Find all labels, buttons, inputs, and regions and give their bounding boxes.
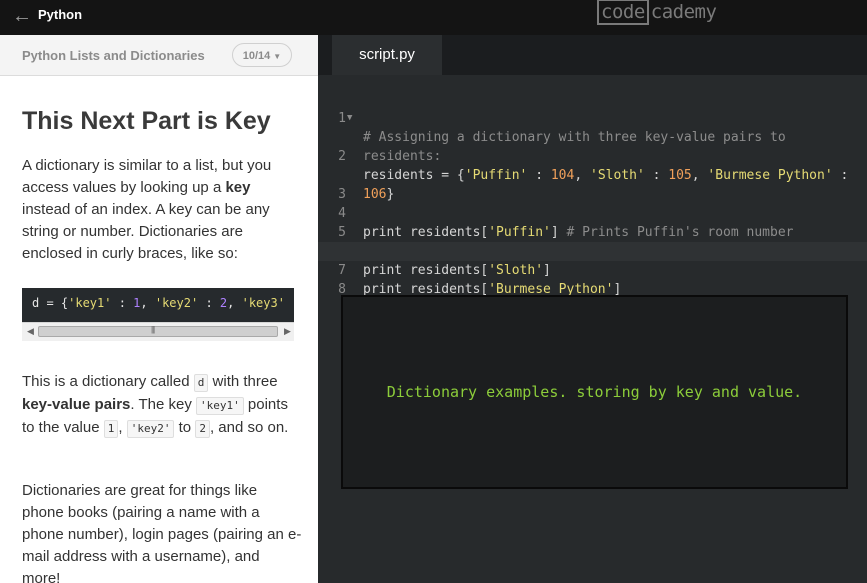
scroll-left-icon[interactable]: ◀ [27,326,34,337]
code-line[interactable]: 5 [318,204,867,240]
grip-icon: ||| [151,325,155,334]
codecademy-logo: code cademy [597,0,717,25]
course-title[interactable]: Python [38,7,82,22]
lesson-panel: Python Lists and Dictionaries 10/14 ▼ Thi… [0,35,318,583]
scroll-right-icon[interactable]: ▶ [284,326,291,337]
scrollbar-thumb[interactable]: ||| [38,325,278,337]
lesson-content: This Next Part is Key A dictionary is si… [22,105,302,265]
lesson-heading: This Next Part is Key [22,107,271,135]
top-bar: ← Python code cademy [0,0,867,35]
lesson-paragraph-2: This is a dictionary called d with three… [22,373,289,438]
code-line[interactable]: 3 [318,166,867,202]
code-snippet: d = {'key1' : 1, 'key2' : 2, 'key3' : ◀ … [22,288,294,341]
lesson-paragraph-3: Dictionaries are great for things like p… [22,482,302,583]
code-line[interactable]: 106} [318,147,867,202]
snippet-horizontal-scrollbar[interactable]: ◀ ||| ▶ [22,322,294,341]
lesson-title: Python Lists and Dictionaries [22,48,205,63]
code-line[interactable]: 1 ▼ # Assigning a dictionary with three k… [318,90,867,145]
code-line[interactable]: 2 residents = {'Puffin' : 104, 'Sloth' :… [318,128,867,183]
snippet-code-line: d = {'key1' : 1, 'key2' : 2, 'key3' : [32,296,294,310]
code-line-active[interactable]: 7 print residents['Burmese Python'] [318,242,867,297]
tab-script-py[interactable]: script.py [332,35,442,75]
lesson-header: Python Lists and Dictionaries 10/14 ▼ [0,35,318,76]
code-line[interactable]: residents: [318,109,867,164]
back-arrow-icon[interactable]: ← [12,5,34,27]
code-line[interactable]: 4 print residents['Puffin'] # Prints Puf… [318,185,867,240]
lesson-paragraph-1: A dictionary is similar to a list, but y… [22,157,272,262]
output-text: Dictionary examples. storing by key and … [386,383,803,401]
output-panel: Dictionary examples. storing by key and … [341,295,848,489]
exercise-pager[interactable]: 10/14 ▼ [232,43,292,67]
code-line[interactable]: 8 [318,261,867,297]
code-line[interactable]: 6 print residents['Sloth'] [318,223,867,278]
caret-down-icon: ▼ [273,52,282,61]
editor-tab-bar: script.py [318,35,867,75]
